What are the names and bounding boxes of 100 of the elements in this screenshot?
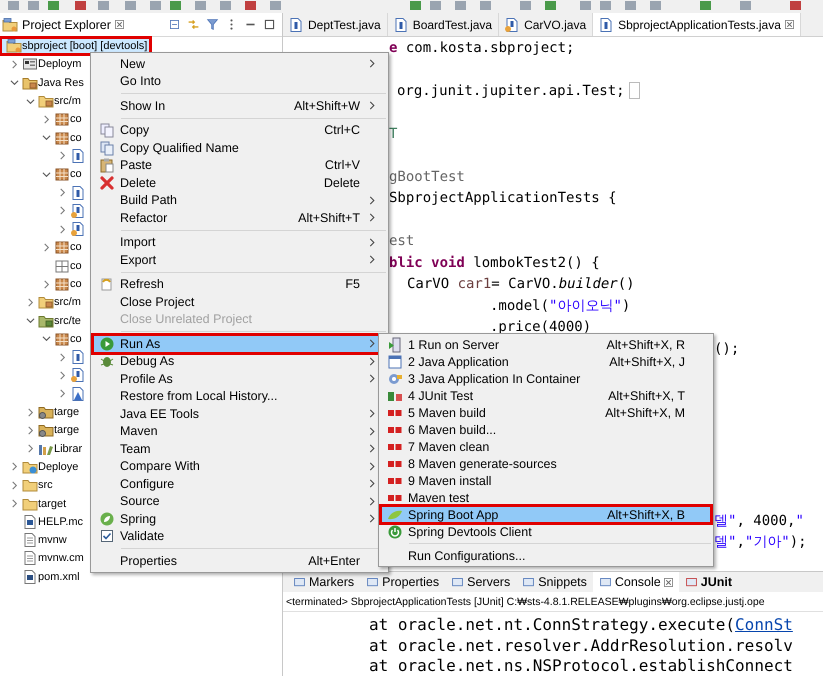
chevron-right-icon[interactable] [58,224,66,234]
chevron-right-icon[interactable] [58,370,66,380]
view-tab[interactable]: Snippets [516,572,593,592]
menu-item[interactable]: Paste Ctrl+V [93,156,386,174]
menu-item[interactable]: Show In Alt+Shift+W [93,97,386,114]
maximize-icon[interactable] [263,18,276,31]
tree-item[interactable]: targe [0,421,84,440]
chevron-right-icon[interactable] [42,114,50,124]
tree-item[interactable]: Librar [0,440,86,458]
code-line: org.junit.jupiter.api.Test; [397,82,625,99]
tree-item[interactable]: co [0,238,86,257]
document-icon [22,514,38,530]
tree-item[interactable]: src/m [0,92,85,110]
tree-item[interactable]: co [0,110,86,128]
tree-item[interactable]: Deploye [0,458,82,476]
tree-item[interactable]: src [0,476,57,494]
java-file-icon [392,16,409,32]
tree-item[interactable]: sbproject [boot] [devtools] [0,37,152,56]
source-folder-icon [38,93,54,110]
chevron-down-icon[interactable] [26,316,34,326]
menu-item[interactable]: Refresh F5 [93,276,386,293]
tree-item[interactable]: co [0,330,86,348]
folded-code-marker[interactable] [628,82,640,100]
editor-tab[interactable]: SbprojectApplicationTests.java [593,13,801,36]
view-tab[interactable]: Console [592,572,679,592]
menu-item[interactable]: Export [93,251,386,268]
tree-item[interactable]: co [0,165,86,184]
chevron-right-icon[interactable] [10,499,18,508]
tree-item[interactable]: Java Res [0,74,88,92]
close-icon[interactable] [664,578,673,586]
chevron-right-icon[interactable] [58,206,66,216]
editor-tab[interactable]: BoardTest.java [388,13,500,36]
code-line: (); [714,340,740,357]
code-line: est [389,233,414,250]
tree-item[interactable]: mvnw [0,531,71,550]
package-icon [54,111,70,128]
project-icon [6,38,22,54]
tree-item[interactable]: co [0,256,86,275]
tree-item[interactable]: mvnw.cm [0,549,88,568]
tree-item[interactable]: targe [0,402,84,422]
close-icon[interactable] [114,20,124,29]
code-line: .price(4000) [490,319,592,336]
menu-item[interactable]: Delete Delete [93,174,386,192]
java-file-icon [70,148,86,164]
menu-item[interactable]: Run Configurations... [381,547,711,564]
chevron-down-icon[interactable] [42,334,50,344]
chevron-right-icon[interactable] [58,389,66,398]
tree-item[interactable]: co [0,274,86,294]
chevron-right-icon[interactable] [10,60,18,69]
tree-item[interactable]: src/te [0,311,85,330]
chevron-right-icon[interactable] [42,280,50,288]
console-line: at oracle.net.nt.ConnStrategy.execute(ConnSt [369,615,794,636]
package-icon [54,130,70,146]
chevron-right-icon[interactable] [26,298,34,307]
link-icon[interactable] [187,18,200,31]
chevron-right-icon[interactable] [58,352,66,362]
code-line: blic void lombokTest2() { [389,254,600,271]
tree-item[interactable]: src/m [0,293,85,312]
view-tab[interactable]: Servers [445,572,516,592]
chevron-right-icon[interactable] [58,151,66,160]
chevron-down-icon[interactable] [26,96,34,106]
server-icon [386,336,402,352]
chevron-right-icon[interactable] [10,462,18,472]
package-icon [54,276,70,292]
tree-item[interactable]: Deploym [0,55,86,74]
chevron-down-icon[interactable] [10,78,18,88]
chevron-right-icon[interactable] [26,426,34,435]
editor-tab[interactable]: DeptTest.java [283,13,388,36]
chevron-down-icon[interactable] [42,133,50,142]
menu-item[interactable]: Copy Ctrl+C [93,122,386,139]
menu-item[interactable]: Refactor Alt+Shift+T [93,209,386,226]
chevron-right-icon[interactable] [26,444,34,454]
chevron-right-icon[interactable] [10,480,18,490]
menu-item[interactable]: Spring Boot App Alt+Shift+X, B [381,506,711,523]
java-file-icon [70,349,86,366]
chevron-right-icon[interactable] [26,408,34,417]
chevron-down-icon[interactable] [42,170,50,179]
menu-item[interactable]: Build Path [93,192,386,209]
code-line: 델","기아"); [714,533,807,552]
menu-item[interactable]: Copy Qualified Name [93,139,386,156]
view-icon [598,576,612,588]
chevron-right-icon[interactable] [42,242,50,252]
menu-item[interactable]: New [93,55,386,72]
view-tab[interactable]: Markers [287,572,360,592]
close-icon[interactable] [784,20,794,29]
tree-item[interactable]: HELP.mc [0,512,88,532]
chevron-right-icon[interactable] [58,188,66,198]
tree-item[interactable]: pom.xml [0,568,84,586]
view-tab[interactable]: JUnit [678,572,738,592]
source-link[interactable]: ConnSt [735,615,793,634]
menu-item[interactable]: Close Project [93,293,386,310]
menu-item[interactable]: Import [93,234,386,251]
collapse-all-icon[interactable] [168,18,181,31]
view-tab[interactable]: Properties [360,572,446,592]
menu-item[interactable]: Go Into [93,72,386,90]
menu-item[interactable]: 4 JUnit Test Alt+Shift+X, T [381,387,711,404]
tree-item[interactable]: target [0,494,70,513]
tree-item[interactable]: co [0,128,86,147]
run-icon [98,336,114,352]
filter-icon[interactable] [206,18,219,31]
